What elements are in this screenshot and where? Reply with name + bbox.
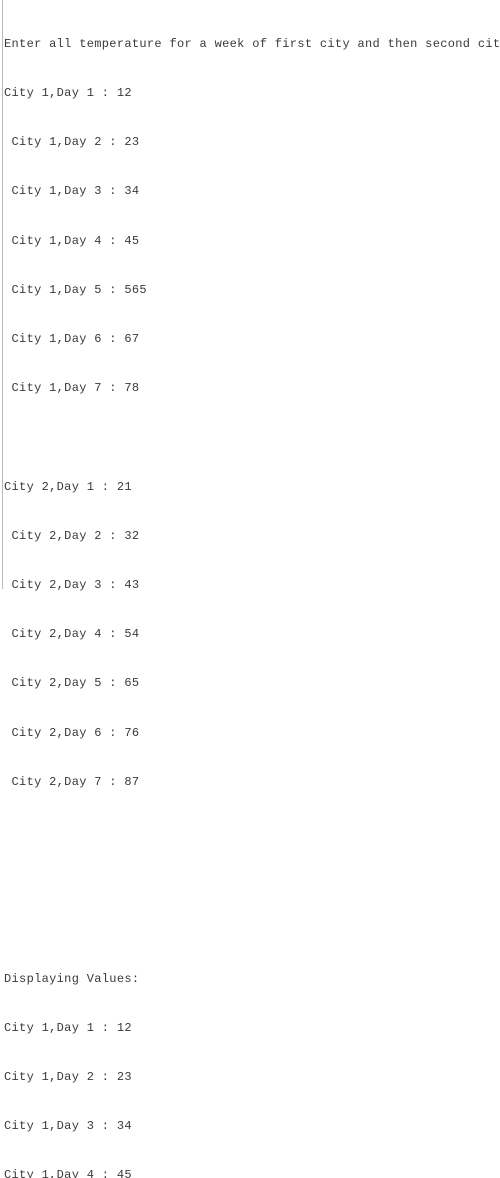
console-line: City 1,Day 1 : 12 bbox=[4, 86, 132, 101]
console-line: City 1,Day 2 : 23 bbox=[4, 135, 140, 150]
console-output-area[interactable]: Enter all temperature for a week of firs… bbox=[4, 0, 500, 1178]
console-window[interactable]: Enter all temperature for a week of firs… bbox=[0, 0, 500, 1178]
console-line: City 2,Day 2 : 32 bbox=[4, 528, 140, 543]
console-line: City 2,Day 7 : 87 bbox=[4, 774, 140, 789]
console-line: City 1,Day 3 : 34 bbox=[4, 1119, 132, 1134]
console-line: City 1,Day 2 : 23 bbox=[4, 1070, 132, 1085]
console-line: City 1,Day 7 : 78 bbox=[4, 381, 140, 396]
console-display-header: Displaying Values: bbox=[4, 971, 140, 986]
console-line: City 1,Day 4 : 45 bbox=[4, 233, 140, 248]
console-line: City 1,Day 1 : 12 bbox=[4, 1020, 132, 1035]
left-margin-rule bbox=[2, 0, 3, 589]
console-line: City 2,Day 4 : 54 bbox=[4, 627, 140, 642]
console-line: City 1,Day 3 : 34 bbox=[4, 184, 140, 199]
console-line: City 2,Day 3 : 43 bbox=[4, 578, 140, 593]
console-line: City 1,Day 4 : 45 bbox=[4, 1168, 132, 1178]
console-line: City 1,Day 6 : 67 bbox=[4, 332, 140, 347]
console-line: City 1,Day 5 : 565 bbox=[4, 282, 147, 297]
console-line: City 2,Day 5 : 65 bbox=[4, 676, 140, 691]
console-line: City 2,Day 6 : 76 bbox=[4, 725, 140, 740]
console-line: Enter all temperature for a week of firs… bbox=[4, 36, 500, 51]
console-line: City 2,Day 1 : 21 bbox=[4, 479, 132, 494]
